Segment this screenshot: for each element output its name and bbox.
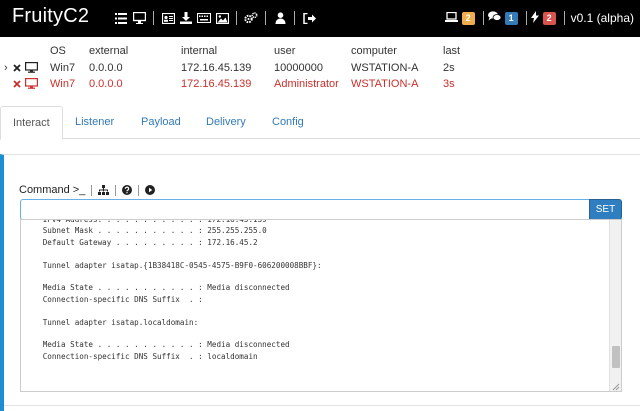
column-header-internal: internal [181,45,218,57]
tab-listener[interactable]: Listener [63,106,126,139]
laptop-icon[interactable] [444,11,458,25]
column-header-external: external [89,45,129,57]
session-external-ip: 0.0.0.0 [89,78,123,90]
keyboard-icon[interactable] [197,11,211,25]
session-user: Administrator [274,78,339,90]
sessions-table-header: OS external internal user computer last [0,44,640,58]
session-external-ip: 0.0.0.0 [89,62,123,74]
close-session-icon[interactable] [13,77,21,92]
sitemap-icon[interactable] [98,185,110,195]
session-last-seen: 2s [443,62,455,74]
list-icon[interactable] [114,11,128,25]
nav-divider [236,11,237,25]
session-last-seen: 3s [443,78,455,90]
nav-divider [294,11,295,25]
tab-interact[interactable]: Interact [0,106,63,140]
session-row[interactable]: › Win7 0.0.0.0 172.16.45.139 10000000 WS… [0,61,640,75]
session-os: Win7 [50,78,76,90]
cogs-icon[interactable] [244,11,258,25]
sign-out-icon[interactable] [302,11,316,25]
toolbar-divider [138,184,140,196]
session-row[interactable]: Win7 0.0.0.0 172.16.45.139 Administrator… [0,77,640,91]
nav-divider [525,11,527,25]
top-navbar: FruityC2 2 1 2 v0.1 (alpha) [0,0,640,37]
monitor-icon[interactable] [132,11,146,25]
output-scrollbar[interactable] [609,220,621,391]
command-output-console[interactable]: IPv4 Address. . . . . . . . . . . : 172.… [20,219,622,392]
toolbar-divider [115,184,117,196]
output-scrollbar-thumb[interactable] [612,346,620,368]
id-card-icon[interactable] [161,11,175,25]
session-internal-ip: 172.16.45.139 [181,78,252,90]
desktop-icon [25,62,39,77]
user-icon[interactable] [273,11,287,25]
session-os: Win7 [50,62,76,74]
column-header-last: last [443,45,461,57]
nav-divider [563,11,565,25]
main-tabs: Interact Listener Payload Delivery Confi… [0,106,640,140]
brand-logo[interactable]: FruityC2 [12,5,89,28]
version-label: v0.1 (alpha) [570,11,634,25]
nav-divider [482,11,484,25]
command-toolbar: Command >_ [19,183,156,197]
tab-delivery[interactable]: Delivery [194,106,258,139]
image-icon[interactable] [215,11,229,25]
messages-count-badge[interactable]: 1 [504,11,518,25]
bolt-icon[interactable] [530,10,539,26]
play-circle-icon[interactable] [145,185,156,195]
column-header-user: user [274,45,296,57]
session-internal-ip: 172.16.45.139 [181,62,252,74]
panel-bottom-divider [4,405,640,406]
session-computer: WSTATION-A [351,62,419,74]
nav-divider [265,11,266,25]
command-input[interactable] [20,199,590,220]
sessions-count-badge[interactable]: 2 [461,11,475,25]
question-circle-icon[interactable] [122,185,133,195]
column-header-computer: computer [351,45,397,57]
alerts-count-badge[interactable]: 2 [542,11,556,25]
download-icon[interactable] [179,11,193,25]
comments-icon[interactable] [487,11,502,25]
desktop-icon [25,78,39,93]
command-label: Command >_ [19,184,86,196]
tab-payload[interactable]: Payload [129,106,193,139]
close-session-icon[interactable] [13,61,21,76]
set-button[interactable]: SET [589,199,622,220]
command-output-text: IPv4 Address. . . . . . . . . . . : 172.… [42,219,322,361]
nav-icon-toolbar [112,10,318,26]
session-user: 10000000 [274,62,323,74]
nav-status-area: 2 1 2 v0.1 (alpha) [444,8,634,28]
session-computer: WSTATION-A [351,78,419,90]
nav-divider [153,11,154,25]
resize-handle-icon[interactable] [612,382,620,391]
tab-config[interactable]: Config [260,106,316,139]
column-header-os: OS [50,45,66,57]
toolbar-divider [91,184,93,196]
selected-row-caret-icon: › [4,62,8,74]
